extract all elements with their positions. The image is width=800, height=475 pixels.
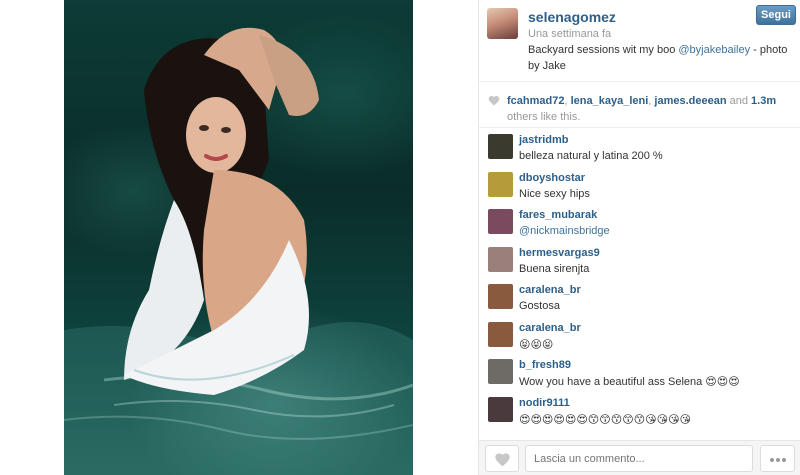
photo-area <box>0 0 478 475</box>
likes-count-link[interactable]: 1.3m <box>751 95 776 107</box>
likes-summary: fcahmad72, lena_kaya_leni, james.deeean … <box>479 82 800 128</box>
comment-item: jastridmb belleza natural y latina 200 % <box>479 128 800 166</box>
photo-illustration <box>64 27 413 475</box>
more-dots-icon <box>776 458 780 462</box>
liker-link[interactable]: fcahmad72 <box>507 95 564 107</box>
follow-button[interactable]: Segui <box>756 5 796 25</box>
comment-avatar[interactable] <box>488 321 513 347</box>
comment-input[interactable] <box>525 445 753 472</box>
comment-avatar[interactable] <box>488 246 513 272</box>
comment-item: hermesvargas9 Buena sirenjta <box>479 241 800 279</box>
heart-icon <box>488 96 500 106</box>
comment-item: caralena_br 😝😝😝 <box>479 316 800 354</box>
more-dots-icon <box>782 458 786 462</box>
post-sidebar: selenagomez Una settimana fa Backyard se… <box>478 0 800 475</box>
comment-avatar[interactable] <box>488 171 513 197</box>
liker-link[interactable]: james.deeean <box>654 95 726 107</box>
comment-avatar[interactable] <box>488 359 513 384</box>
comment-text: Buena sirenjta <box>519 262 590 275</box>
comment-item: dboyshostar Nice sexy hips <box>479 166 800 204</box>
more-options-button[interactable] <box>760 445 795 472</box>
comment-username[interactable]: nodir9111 <box>519 397 570 409</box>
comment-item: nodir9111 😍😍😍😍😍😍😙😙😙😙😙😘😘😘😘 <box>479 391 800 429</box>
comment-text: 😝😝😝 <box>519 338 554 351</box>
comment-username[interactable]: dboyshostar <box>519 172 585 184</box>
comment-text: 😍😍😍😍😍😍😙😙😙😙😙😘😘😘😘 <box>519 413 692 426</box>
post-photo[interactable] <box>64 0 413 475</box>
post-caption: Backyard sessions wit my boo @byjakebail… <box>528 42 790 74</box>
comment-mention-link[interactable]: @nickmainsbridge <box>519 225 610 237</box>
post-time[interactable]: Una settimana fa <box>528 28 611 40</box>
comment-avatar[interactable] <box>488 134 513 159</box>
comment-text: belleza natural y latina 200 % <box>519 150 663 162</box>
caption-text: Backyard sessions wit my boo <box>528 44 679 56</box>
more-dots-icon <box>770 458 774 462</box>
post-username[interactable]: selenagomez <box>528 9 616 25</box>
post-header: selenagomez Una settimana fa Backyard se… <box>479 0 800 82</box>
comment-username[interactable]: caralena_br <box>519 284 581 296</box>
comment-avatar[interactable] <box>488 209 513 234</box>
comment-username[interactable]: jastridmb <box>519 134 569 146</box>
comment-username[interactable]: caralena_br <box>519 322 581 334</box>
comment-username[interactable]: hermesvargas9 <box>519 247 600 259</box>
comment-username[interactable]: b_fresh89 <box>519 359 571 371</box>
comments-list[interactable]: jastridmb belleza natural y latina 200 %… <box>479 128 800 440</box>
likes-suffix: others like this. <box>507 111 581 123</box>
like-button[interactable] <box>485 445 519 472</box>
caption-mention-link[interactable]: @byjakebailey <box>678 44 750 56</box>
heart-icon <box>495 453 510 467</box>
comment-text: Gostosa <box>519 300 560 312</box>
comment-item: b_fresh89 Wow you have a beautiful ass S… <box>479 353 800 391</box>
comment-text: Wow you have a beautiful ass Selena 😍😍😍 <box>519 376 740 388</box>
comment-avatar[interactable] <box>488 284 513 309</box>
comment-bar <box>479 440 800 475</box>
user-avatar[interactable] <box>487 8 518 39</box>
comment-item: caralena_br Gostosa <box>479 278 800 316</box>
comment-item: fares_mubarak @nickmainsbridge <box>479 203 800 241</box>
comment-avatar[interactable] <box>488 396 513 422</box>
comment-text: Nice sexy hips <box>519 187 590 200</box>
comment-username[interactable]: fares_mubarak <box>519 209 597 221</box>
likes-and: and <box>726 95 752 107</box>
liker-link[interactable]: lena_kaya_leni <box>571 95 649 107</box>
